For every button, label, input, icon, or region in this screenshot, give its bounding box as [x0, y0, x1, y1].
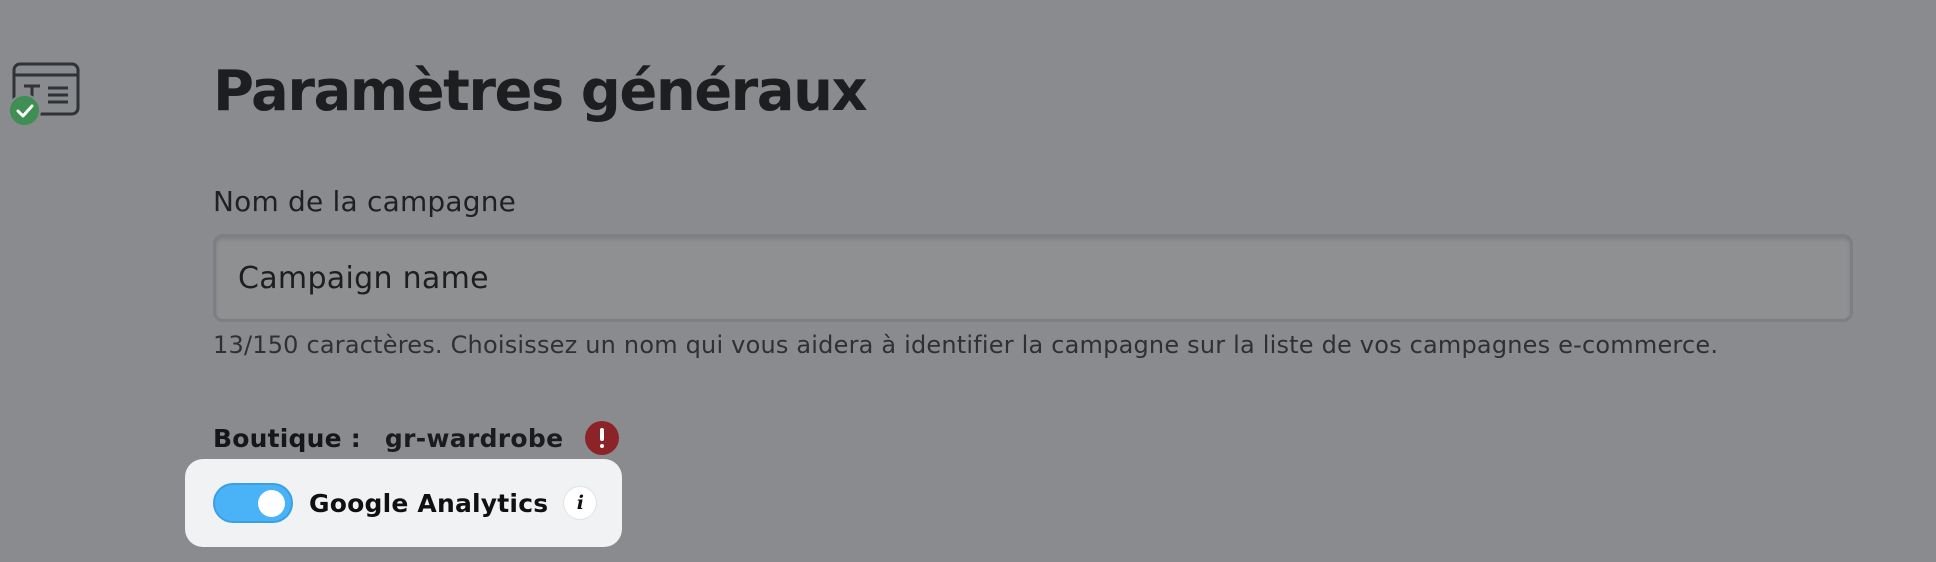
info-icon[interactable]: i: [564, 487, 597, 519]
google-analytics-toggle[interactable]: [213, 483, 293, 523]
campaign-name-label: Nom de la campagne: [213, 185, 517, 218]
google-analytics-card: Google Analytics i: [185, 459, 622, 547]
store-label: Boutique :: [213, 423, 361, 453]
campaign-name-help-text: 13/150 caractères. Choisissez un nom qui…: [213, 331, 1719, 359]
exclamation-circle-icon[interactable]: [585, 421, 620, 455]
page-title: Paramètres généraux: [213, 59, 868, 124]
toggle-knob: [258, 490, 285, 517]
campaign-name-value: Campaign name: [238, 260, 489, 296]
check-circle-icon: [8, 94, 41, 127]
store-row: Boutique : gr-wardrobe: [213, 420, 620, 456]
store-value: gr-wardrobe: [384, 423, 564, 453]
google-analytics-label: Google Analytics: [309, 488, 549, 518]
step-icon-wrapper: [8, 58, 88, 128]
campaign-name-input[interactable]: Campaign name: [213, 234, 1853, 322]
